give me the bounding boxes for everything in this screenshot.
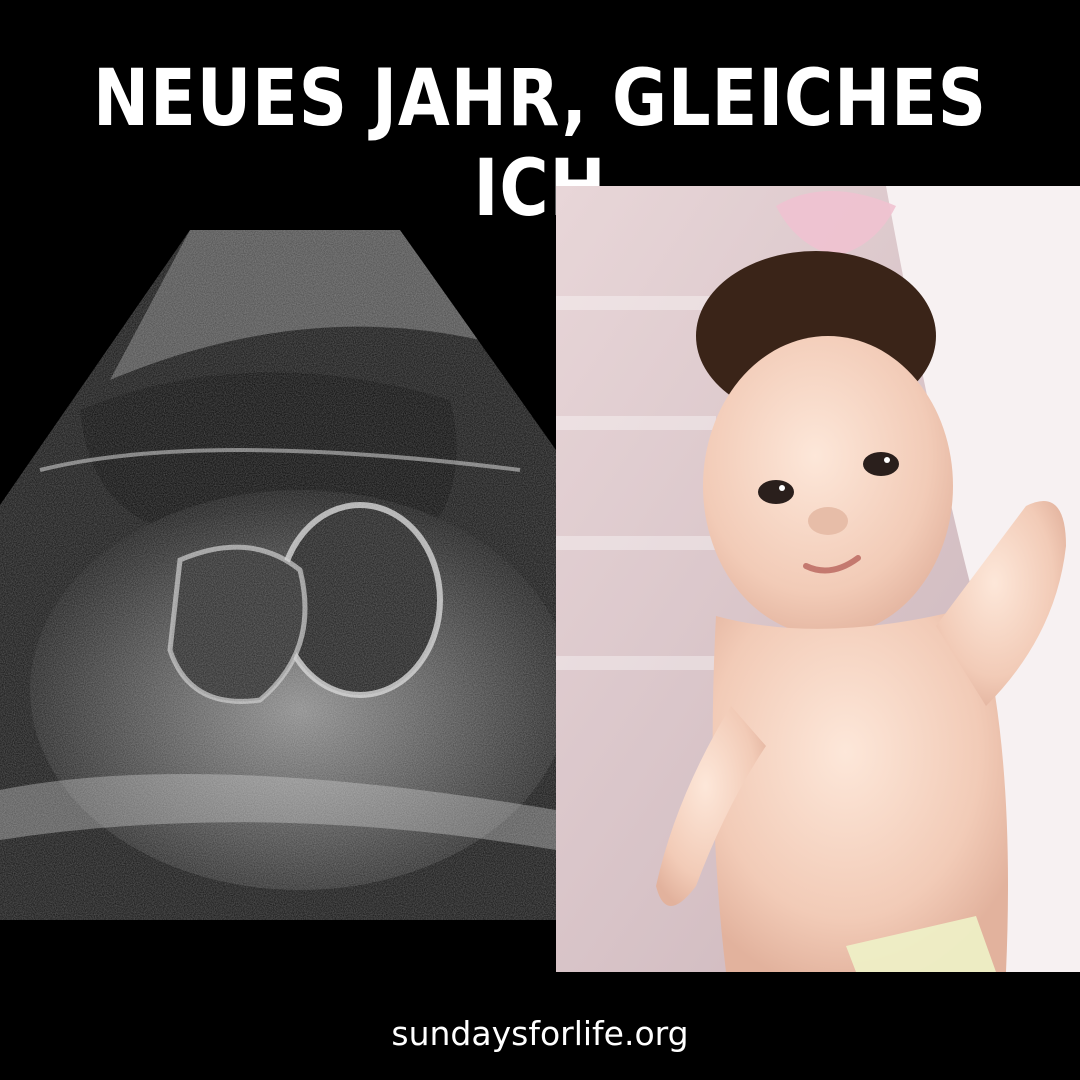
baby-photo [556,186,1080,972]
headline: NEUES JAHR, GLEICHES ICH [93,54,987,234]
footer-url: sundaysforlife.org [391,1014,689,1053]
ultrasound-image [0,230,556,920]
